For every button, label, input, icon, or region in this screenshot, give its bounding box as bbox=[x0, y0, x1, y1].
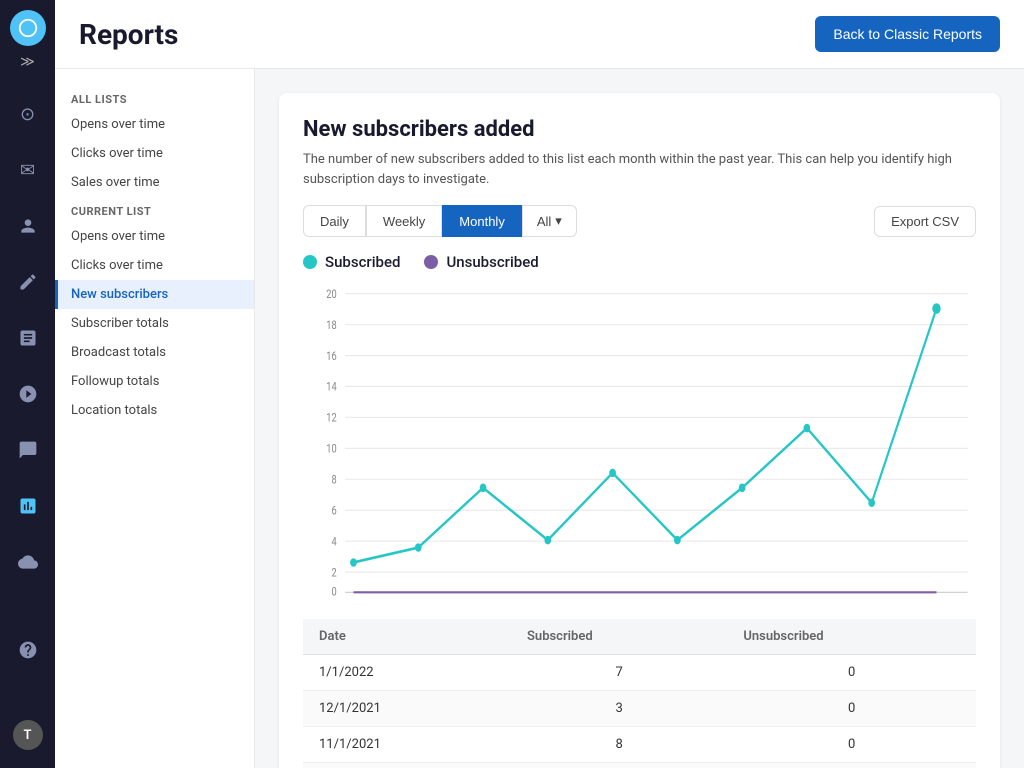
edit-icon[interactable] bbox=[10, 264, 46, 300]
cell-unsubscribed: 0 bbox=[727, 763, 976, 768]
legend-subscribed: Subscribed bbox=[303, 253, 400, 271]
reports-icon[interactable] bbox=[10, 488, 46, 524]
back-to-classic-button[interactable]: Back to Classic Reports bbox=[815, 16, 1000, 52]
subscribed-label: Subscribed bbox=[325, 253, 400, 271]
help-icon[interactable] bbox=[10, 632, 46, 668]
filter-bar: Daily Weekly Monthly All ▾ Export CSV bbox=[303, 205, 976, 237]
logo bbox=[10, 10, 46, 46]
col-unsubscribed: Unsubscribed bbox=[727, 619, 976, 655]
legend-unsubscribed: Unsubscribed bbox=[424, 253, 538, 271]
nav-section-all-lists: ALL LISTS Opens over time Clicks over ti… bbox=[55, 85, 254, 197]
cell-subscribed: 7 bbox=[511, 655, 727, 691]
monthly-filter-button[interactable]: Monthly bbox=[442, 205, 522, 237]
unsubscribed-dot bbox=[424, 255, 438, 269]
unsubscribed-label: Unsubscribed bbox=[446, 253, 538, 271]
current-list-section-title: CURRENT LIST bbox=[55, 197, 254, 222]
chart-point bbox=[804, 424, 811, 433]
left-nav: ALL LISTS Opens over time Clicks over ti… bbox=[55, 69, 255, 768]
nav-sales-over-time-all[interactable]: Sales over time bbox=[55, 168, 254, 197]
subscribed-dot bbox=[303, 255, 317, 269]
nav-opens-over-time-current[interactable]: Opens over time bbox=[55, 222, 254, 251]
col-date: Date bbox=[303, 619, 511, 655]
chart-point bbox=[932, 303, 940, 314]
svg-text:20: 20 bbox=[326, 287, 336, 301]
table-row: 11/1/2021 8 0 bbox=[303, 727, 976, 763]
chart-point bbox=[415, 543, 422, 552]
report-area: New subscribers added The number of new … bbox=[255, 69, 1024, 768]
topbar: Reports Back to Classic Reports bbox=[55, 0, 1024, 69]
report-card: New subscribers added The number of new … bbox=[279, 93, 1000, 768]
automation-icon[interactable] bbox=[10, 376, 46, 412]
data-table: Date Subscribed Unsubscribed 1/1/2022 7 … bbox=[303, 619, 976, 768]
chart-point bbox=[544, 536, 551, 545]
cell-date: 10/1/2021 bbox=[303, 763, 511, 768]
table-row: 12/1/2021 3 0 bbox=[303, 691, 976, 727]
daily-filter-button[interactable]: Daily bbox=[303, 205, 366, 237]
chart-point bbox=[868, 498, 875, 507]
chart-point bbox=[739, 484, 746, 493]
nav-new-subscribers[interactable]: New subscribers bbox=[55, 280, 254, 309]
home-icon[interactable]: ⊙ bbox=[10, 96, 46, 132]
weekly-filter-button[interactable]: Weekly bbox=[366, 205, 442, 237]
nav-broadcast-totals[interactable]: Broadcast totals bbox=[55, 338, 254, 367]
cell-subscribed: 3 bbox=[511, 691, 727, 727]
col-subscribed: Subscribed bbox=[511, 619, 727, 655]
mail-icon[interactable]: ✉ bbox=[10, 152, 46, 188]
chart-legend: Subscribed Unsubscribed bbox=[303, 253, 976, 271]
report-heading: New subscribers added bbox=[303, 117, 976, 142]
sidebar: ≫ ⊙ ✉ T bbox=[0, 0, 55, 768]
page-title: Reports bbox=[79, 18, 178, 51]
filter-group: Daily Weekly Monthly All ▾ bbox=[303, 205, 577, 237]
nav-location-totals[interactable]: Location totals bbox=[55, 396, 254, 425]
svg-text:12: 12 bbox=[326, 411, 336, 425]
table-row: 1/1/2022 7 0 bbox=[303, 655, 976, 691]
cell-date: 12/1/2021 bbox=[303, 691, 511, 727]
nav-clicks-over-time-current[interactable]: Clicks over time bbox=[55, 251, 254, 280]
svg-text:4: 4 bbox=[331, 534, 336, 548]
chat-icon[interactable] bbox=[10, 432, 46, 468]
nav-followup-totals[interactable]: Followup totals bbox=[55, 367, 254, 396]
report-description: The number of new subscribers added to t… bbox=[303, 150, 976, 189]
svg-text:0: 0 bbox=[331, 584, 336, 598]
content-area: ALL LISTS Opens over time Clicks over ti… bbox=[55, 69, 1024, 768]
chevron-down-icon: ▾ bbox=[555, 213, 562, 229]
cell-unsubscribed: 0 bbox=[727, 727, 976, 763]
calendar-icon[interactable] bbox=[10, 320, 46, 356]
cell-subscribed: 3 bbox=[511, 763, 727, 768]
integrations-icon[interactable] bbox=[10, 544, 46, 580]
expand-icon[interactable]: ≫ bbox=[20, 54, 35, 70]
chart-container: 20 18 16 14 12 10 8 6 4 2 0 bbox=[303, 283, 976, 603]
chart-point bbox=[350, 558, 357, 567]
svg-text:8: 8 bbox=[331, 472, 336, 486]
chart-point bbox=[609, 469, 616, 478]
export-csv-button[interactable]: Export CSV bbox=[874, 206, 976, 237]
nav-clicks-over-time-all[interactable]: Clicks over time bbox=[55, 139, 254, 168]
table-row: 10/1/2021 3 0 bbox=[303, 763, 976, 768]
svg-text:10: 10 bbox=[326, 441, 336, 455]
cell-unsubscribed: 0 bbox=[727, 655, 976, 691]
cell-subscribed: 8 bbox=[511, 727, 727, 763]
svg-text:18: 18 bbox=[326, 318, 336, 332]
all-lists-section-title: ALL LISTS bbox=[55, 85, 254, 110]
nav-subscriber-totals[interactable]: Subscriber totals bbox=[55, 309, 254, 338]
svg-text:14: 14 bbox=[326, 380, 336, 394]
svg-text:6: 6 bbox=[331, 503, 336, 517]
cell-date: 1/1/2022 bbox=[303, 655, 511, 691]
all-filter-dropdown[interactable]: All ▾ bbox=[522, 205, 577, 237]
cell-date: 11/1/2021 bbox=[303, 727, 511, 763]
nav-section-current-list: CURRENT LIST Opens over time Clicks over… bbox=[55, 197, 254, 425]
avatar[interactable]: T bbox=[13, 720, 43, 750]
chart-point bbox=[480, 484, 487, 493]
main-area: Reports Back to Classic Reports ALL LIST… bbox=[55, 0, 1024, 768]
line-chart: 20 18 16 14 12 10 8 6 4 2 0 bbox=[303, 283, 976, 603]
contacts-icon[interactable] bbox=[10, 208, 46, 244]
subscribed-line bbox=[353, 309, 936, 563]
nav-opens-over-time-all[interactable]: Opens over time bbox=[55, 110, 254, 139]
svg-text:2: 2 bbox=[331, 565, 336, 579]
svg-text:16: 16 bbox=[326, 349, 336, 363]
cell-unsubscribed: 0 bbox=[727, 691, 976, 727]
chart-point bbox=[674, 536, 681, 545]
